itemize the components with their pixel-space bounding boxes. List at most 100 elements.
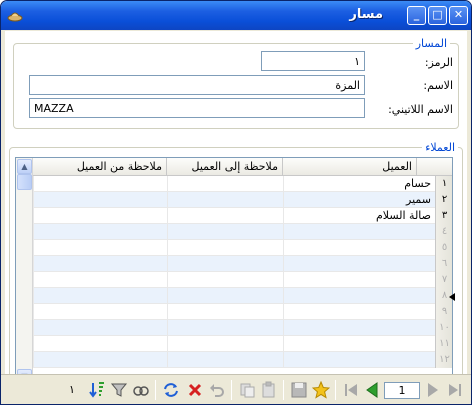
next-record-icon: [428, 383, 438, 397]
cell-client[interactable]: [283, 304, 435, 320]
cell-note-to[interactable]: [167, 288, 283, 304]
name-label: الاسم:: [423, 79, 453, 92]
latin-name-label: الاسم اللاتيني:: [388, 103, 453, 116]
cell-note-to[interactable]: [167, 224, 283, 240]
table-row[interactable]: ٦: [33, 256, 452, 272]
cell-note-from[interactable]: [33, 224, 167, 240]
table-row[interactable]: ١٠: [33, 320, 452, 336]
row-number[interactable]: ٣: [435, 208, 452, 224]
cell-note-from[interactable]: [33, 336, 167, 352]
code-label: الرمز:: [424, 56, 453, 69]
close-button[interactable]: ✕: [449, 6, 468, 25]
toolbar-separator: [283, 380, 284, 400]
sort-button[interactable]: [87, 381, 107, 399]
cell-note-from[interactable]: [33, 192, 167, 208]
cell-client[interactable]: [283, 224, 435, 240]
row-number[interactable]: ١: [435, 176, 452, 192]
cell-note-to[interactable]: [167, 336, 283, 352]
table-row[interactable]: ٧: [33, 272, 452, 288]
cell-note-to[interactable]: [167, 256, 283, 272]
cell-note-to[interactable]: [167, 304, 283, 320]
table-row[interactable]: ٩: [33, 304, 452, 320]
cell-client[interactable]: [283, 288, 435, 304]
table-row[interactable]: حسام ١: [33, 176, 452, 192]
delete-button[interactable]: [185, 381, 205, 399]
clients-grid[interactable]: ▲ ▼ ملاحظة من العميل ملاحظة إلى العميل ا…: [15, 157, 453, 387]
page-number-input[interactable]: [384, 382, 420, 399]
column-header-client[interactable]: العميل: [283, 158, 417, 176]
cell-note-from[interactable]: [33, 288, 167, 304]
table-row[interactable]: ١١: [33, 336, 452, 352]
cell-note-from[interactable]: [33, 352, 167, 368]
grid-vertical-scrollbar[interactable]: ▲ ▼: [16, 158, 33, 386]
minimize-button[interactable]: _: [407, 6, 426, 25]
refresh-button[interactable]: [161, 381, 181, 399]
cell-note-from[interactable]: [33, 256, 167, 272]
cell-client[interactable]: سمير: [283, 192, 435, 208]
cell-note-to[interactable]: [167, 192, 283, 208]
cell-note-to[interactable]: [167, 352, 283, 368]
row-number[interactable]: ١١: [435, 336, 452, 352]
cell-note-from[interactable]: [33, 208, 167, 224]
column-header-note-to[interactable]: ملاحظة إلى العميل: [167, 158, 283, 176]
save-button[interactable]: [289, 381, 309, 399]
cell-note-to[interactable]: [167, 320, 283, 336]
cell-client[interactable]: حسام: [283, 176, 435, 192]
table-row[interactable]: ١٢: [33, 352, 452, 368]
code-field[interactable]: [261, 51, 365, 71]
table-row[interactable]: ٥: [33, 240, 452, 256]
cell-note-to[interactable]: [167, 272, 283, 288]
maximize-button[interactable]: □: [428, 6, 447, 25]
cell-note-from[interactable]: [33, 304, 167, 320]
scroll-thumb[interactable]: [17, 174, 32, 190]
next-record-button[interactable]: [423, 381, 443, 399]
row-number[interactable]: ٩: [435, 304, 452, 320]
titlebar[interactable]: مسار ✕ □ _: [1, 1, 471, 30]
copy-button[interactable]: [237, 381, 257, 399]
cell-client[interactable]: [283, 336, 435, 352]
last-record-button[interactable]: [445, 381, 465, 399]
row-number[interactable]: ٢: [435, 192, 452, 208]
first-record-button[interactable]: [341, 381, 361, 399]
cell-note-to[interactable]: [167, 176, 283, 192]
row-number[interactable]: ٤: [435, 224, 452, 240]
window-title: مسار: [349, 7, 383, 22]
cell-client[interactable]: صالة السلام: [283, 208, 435, 224]
cell-note-from[interactable]: [33, 272, 167, 288]
row-number[interactable]: ١٠: [435, 320, 452, 336]
table-row[interactable]: ٤: [33, 224, 452, 240]
favorite-button[interactable]: [311, 380, 331, 399]
filter-button[interactable]: [109, 381, 129, 399]
cell-client[interactable]: [283, 352, 435, 368]
paste-button[interactable]: [259, 381, 279, 399]
column-header-note-from[interactable]: ملاحظة من العميل: [33, 158, 167, 176]
column-header-rownum: [417, 158, 452, 176]
latin-name-field[interactable]: [29, 98, 365, 118]
cell-note-from[interactable]: [33, 176, 167, 192]
filter-icon: [110, 383, 128, 397]
table-row[interactable]: سمير ٢: [33, 192, 452, 208]
name-field[interactable]: [29, 75, 365, 95]
cell-client[interactable]: [283, 256, 435, 272]
row-number[interactable]: ٥: [435, 240, 452, 256]
cell-note-from[interactable]: [33, 320, 167, 336]
prev-record-button[interactable]: [362, 381, 382, 399]
undo-button[interactable]: [207, 381, 227, 399]
cell-note-to[interactable]: [167, 240, 283, 256]
row-number[interactable]: ١٢: [435, 352, 452, 368]
paste-icon: [262, 381, 275, 398]
cell-note-from[interactable]: [33, 240, 167, 256]
table-row[interactable]: ٨: [33, 288, 452, 304]
cell-client[interactable]: [283, 240, 435, 256]
cell-client[interactable]: [283, 272, 435, 288]
copy-icon: [240, 383, 255, 398]
table-row[interactable]: صالة السلام ٣: [33, 208, 452, 224]
cell-client[interactable]: [283, 320, 435, 336]
scroll-up-button[interactable]: ▲: [17, 159, 32, 174]
row-number[interactable]: ٧: [435, 272, 452, 288]
cell-note-to[interactable]: [167, 208, 283, 224]
row-number[interactable]: ٦: [435, 256, 452, 272]
view-button[interactable]: [131, 381, 151, 399]
route-group-legend: المسار: [412, 37, 450, 50]
sort-icon: [89, 382, 104, 398]
